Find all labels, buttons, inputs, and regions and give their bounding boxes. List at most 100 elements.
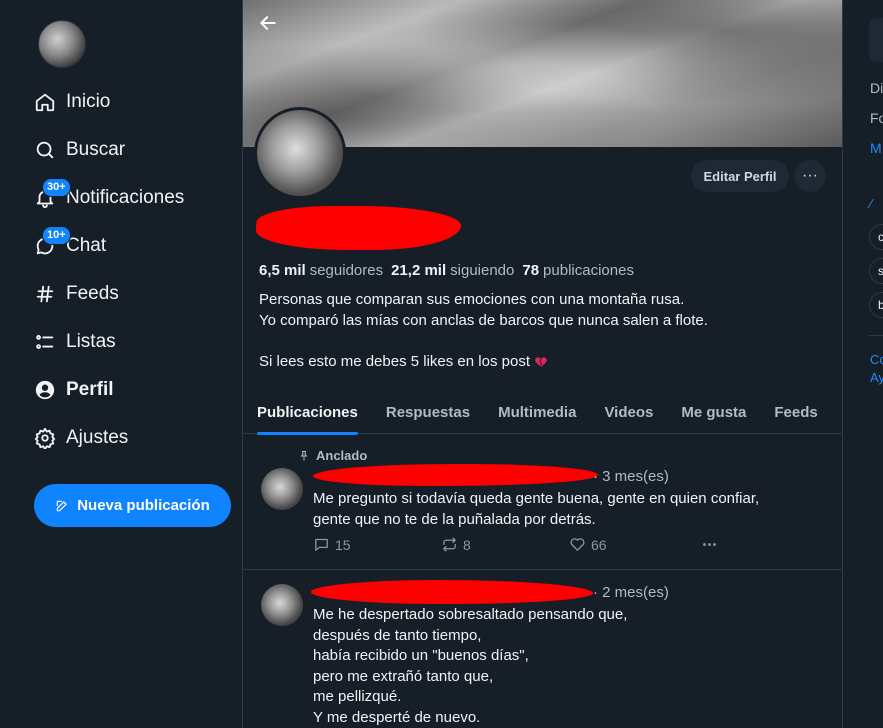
sidebar-item-listas[interactable]: Listas [34,322,116,362]
reply-count: 15 [335,536,351,553]
right-link-3[interactable]: M [870,140,882,156]
edit-icon [56,500,68,511]
profile-main: Editar Perfil ··· 6,5 mil seguidores 21,2… [242,0,843,728]
arrow-left-icon [260,16,276,30]
sidebar-item-chat[interactable]: 10+ Chat [34,226,106,266]
repost-icon [443,537,456,552]
post-more-button[interactable] [701,536,718,553]
sidebar-avatar[interactable] [38,20,86,68]
tab-feeds[interactable]: Feeds [760,390,831,434]
right-link-5[interactable]: Ay [870,370,883,385]
tab-respuestas[interactable]: Respuestas [372,390,484,434]
search-icon [36,141,54,159]
sidebar-item-label: Buscar [66,139,126,160]
profile-bio: Personas que comparan sus emociones con … [259,290,819,372]
sidebar-item-buscar[interactable]: Buscar [34,130,125,170]
posts-label: publicaciones [543,262,634,279]
sidebar-item-label: Perfil [66,379,114,400]
profile-stats: 6,5 mil seguidores 21,2 mil siguiendo 78 pu… [259,262,634,279]
post-timestamp[interactable]: · 2 mes(es) [593,584,669,601]
redacted-author-name [311,580,593,604]
post-item[interactable]: · 2 mes(es) Me he despertado sobresaltad… [243,570,842,728]
sidebar-item-label: Chat [66,235,107,256]
post-author-avatar[interactable] [261,468,303,510]
right-pill-label: c [878,230,883,244]
repost-button[interactable]: 8 [441,536,569,553]
sidebar-item-ajustes[interactable]: Ajustes [34,418,128,458]
right-pill-label: s [878,264,883,278]
tab-videos[interactable]: Videos [590,390,667,434]
like-button[interactable]: 66 [569,536,701,553]
back-button[interactable] [255,10,281,36]
post-timestamp[interactable]: · 3 mes(es) [593,468,669,485]
gear-icon [34,427,56,449]
home-icon [35,93,55,112]
broken-heart-icon [535,356,547,367]
right-link-4[interactable]: Co [870,352,883,367]
right-pill-1[interactable]: c [869,224,883,250]
posts-count: 78 [522,262,540,279]
sidebar-item-label: Inicio [66,91,111,112]
right-pill-label: b [878,298,883,312]
followers-stat[interactable]: 6,5 mil seguidores [259,262,383,279]
chat-badge: 10+ [42,226,71,245]
post-actions: 15 8 66 [313,536,718,553]
timestamp-value: 3 mes(es) [602,468,669,485]
right-panel: Di Fo M ⁄ c s b Co Ay [843,0,883,728]
hash-icon [36,285,54,303]
followers-count: 6,5 mil [259,262,306,279]
heart-icon [570,538,585,551]
left-sidebar: Inicio Buscar 30+ Notificaciones 10+ Cha… [0,0,242,728]
sidebar-item-feeds[interactable]: Feeds [34,274,119,314]
tab-publicaciones[interactable]: Publicaciones [243,390,372,435]
sidebar-item-inicio[interactable]: Inicio [34,82,110,122]
pin-icon [300,450,308,460]
notifications-badge: 30+ [42,178,71,197]
post-text: Me pregunto si todavía queda gente buena… [313,490,760,528]
sidebar-item-label: Listas [66,331,116,352]
right-search-box[interactable] [869,18,883,62]
right-link-2[interactable]: Fo [870,110,883,126]
repost-count: 8 [463,536,471,553]
new-post-label: Nueva publicación [77,497,210,514]
redacted-author-name [313,464,598,486]
more-options-button[interactable]: ··· [794,160,826,192]
sidebar-item-label: Feeds [66,283,119,304]
sidebar-item-label: Notificaciones [66,187,185,208]
more-horizontal-icon [703,543,716,546]
right-divider [869,335,883,336]
list-icon [36,335,54,349]
timestamp-separator: · [593,468,603,485]
timestamp-value: 2 mes(es) [602,584,669,601]
sidebar-item-notificaciones[interactable]: 30+ Notificaciones [34,178,184,218]
sidebar-item-label: Ajustes [66,427,129,448]
right-feed-icon: ⁄ [870,196,873,211]
post-item[interactable]: Anclado · 3 mes(es) Me pregunto si todav… [243,434,842,570]
reply-button[interactable]: 15 [313,536,441,553]
post-author-avatar[interactable] [261,584,303,626]
following-stat[interactable]: 21,2 mil siguiendo [391,262,514,279]
like-count: 66 [591,536,607,553]
redacted-display-name [254,206,463,250]
pinned-indicator: Anclado [298,448,367,463]
sidebar-item-perfil[interactable]: Perfil [34,370,114,410]
following-count: 21,2 mil [391,262,447,279]
timestamp-separator: · [593,584,603,601]
right-link-1[interactable]: Di [870,80,883,96]
post-text: Me he despertado sobresaltado pensando q… [313,606,628,726]
profile-tabs: Publicaciones Respuestas Multimedia Vide… [243,390,842,435]
following-label: siguiendo [450,262,515,279]
new-post-button[interactable]: Nueva publicación [34,484,231,527]
tab-me-gusta[interactable]: Me gusta [667,390,760,434]
reply-icon [315,538,328,551]
followers-label: seguidores [309,262,384,279]
edit-profile-button[interactable]: Editar Perfil [691,160,789,192]
posts-stat: 78 publicaciones [522,262,634,279]
right-pill-3[interactable]: b [869,292,883,318]
user-icon [35,380,55,400]
bio-text: Personas que comparan sus emociones con … [259,291,708,370]
tab-multimedia[interactable]: Multimedia [484,390,590,434]
pinned-label: Anclado [316,448,368,463]
profile-avatar[interactable] [254,107,346,199]
right-pill-2[interactable]: s [869,258,883,284]
